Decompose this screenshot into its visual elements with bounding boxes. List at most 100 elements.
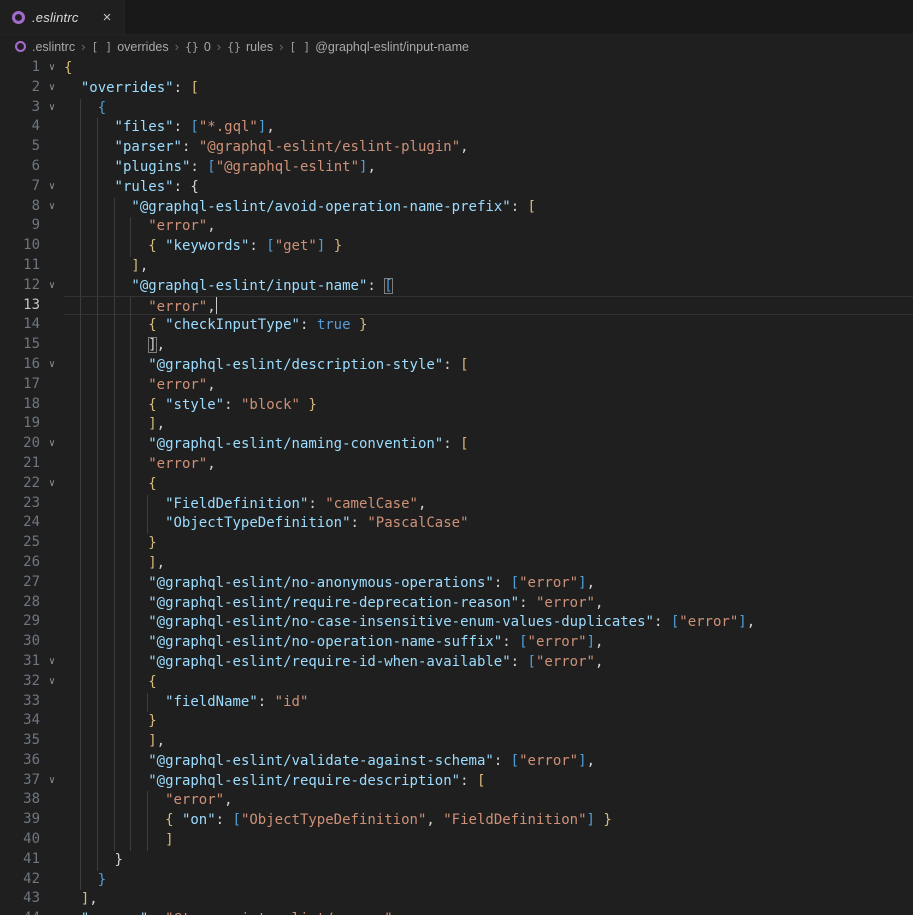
code-line[interactable]: 39 { "on": ["ObjectTypeDefinition", "Fie… xyxy=(0,810,913,830)
code-line[interactable]: 17 "error", xyxy=(0,375,913,395)
token: : xyxy=(258,694,275,710)
breadcrumb-item-rules[interactable]: {}rules xyxy=(227,40,273,54)
fold-chevron-icon[interactable]: ∨ xyxy=(40,771,64,791)
code-line[interactable]: 18 { "style": "block" } xyxy=(0,395,913,415)
code-line[interactable]: 30 "@graphql-eslint/no-operation-name-su… xyxy=(0,632,913,652)
indent-guide xyxy=(131,791,148,811)
indent-guide xyxy=(64,811,81,831)
gutter: 6 xyxy=(0,157,64,177)
code-editor[interactable]: 1∨{2∨ "overrides": [3∨ {4 "files": ["*.g… xyxy=(0,58,913,915)
code-line[interactable]: 29 "@graphql-eslint/no-case-insensitive-… xyxy=(0,612,913,632)
fold-chevron-icon[interactable]: ∨ xyxy=(40,98,64,118)
indent-guide xyxy=(64,138,81,158)
indent-guide xyxy=(81,574,98,594)
indent-guide xyxy=(81,712,98,732)
fold-chevron-icon[interactable]: ∨ xyxy=(40,58,64,78)
code-line[interactable]: 26 ], xyxy=(0,553,913,573)
code-line[interactable]: 13 "error", xyxy=(0,296,913,316)
indent-guide xyxy=(64,831,81,851)
token: : xyxy=(308,496,325,512)
code-line[interactable]: 3∨ { xyxy=(0,98,913,118)
code-line[interactable]: 20∨ "@graphql-eslint/naming-convention":… xyxy=(0,434,913,454)
fold-chevron-icon[interactable]: ∨ xyxy=(40,434,64,454)
code-line[interactable]: 8∨ "@graphql-eslint/avoid-operation-name… xyxy=(0,197,913,217)
code-line[interactable]: 27 "@graphql-eslint/no-anonymous-operati… xyxy=(0,573,913,593)
indent-guide xyxy=(98,811,115,831)
gutter: 18 xyxy=(0,395,64,415)
indent-guide xyxy=(81,356,98,376)
eslint-config-icon xyxy=(12,11,25,24)
breadcrumb-item--eslintrc[interactable]: .eslintrc xyxy=(15,40,75,54)
code-line[interactable]: 5 "parser": "@graphql-eslint/eslint-plug… xyxy=(0,137,913,157)
code-line[interactable]: 44 "parser": "@typescript-eslint/parser" xyxy=(0,909,913,915)
breadcrumb-item--graphql-eslint-input-name[interactable]: [ ]@graphql-eslint/input-name xyxy=(289,40,469,54)
code-line[interactable]: 33 "fieldName": "id" xyxy=(0,692,913,712)
code-line[interactable]: 34 } xyxy=(0,711,913,731)
code-line[interactable]: 40 ] xyxy=(0,830,913,850)
indent-guide xyxy=(98,653,115,673)
indent-guide xyxy=(115,475,132,495)
code-text: ], xyxy=(64,889,913,909)
code-line[interactable]: 12∨ "@graphql-eslint/input-name": [ xyxy=(0,276,913,296)
token: : xyxy=(174,119,191,135)
indent-guide xyxy=(98,712,115,732)
code-text: { "keywords": ["get"] } xyxy=(64,236,913,256)
fold-chevron-icon[interactable]: ∨ xyxy=(40,197,64,217)
code-line[interactable]: 23 "FieldDefinition": "camelCase", xyxy=(0,494,913,514)
code-line[interactable]: 11 ], xyxy=(0,256,913,276)
gutter: 22∨ xyxy=(0,474,64,494)
code-text: { "checkInputType": true } xyxy=(64,315,913,335)
code-line[interactable]: 21 "error", xyxy=(0,454,913,474)
code-line[interactable]: 2∨ "overrides": [ xyxy=(0,78,913,98)
tab-eslintrc[interactable]: .eslintrc × xyxy=(0,0,125,34)
code-line[interactable]: 4 "files": ["*.gql"], xyxy=(0,117,913,137)
line-number: 29 xyxy=(0,612,40,632)
indent-guide xyxy=(64,514,81,534)
code-line[interactable]: 19 ], xyxy=(0,414,913,434)
gutter: 11 xyxy=(0,256,64,276)
fold-chevron-icon[interactable]: ∨ xyxy=(40,652,64,672)
indent-guide xyxy=(98,237,115,257)
code-line[interactable]: 16∨ "@graphql-eslint/description-style":… xyxy=(0,355,913,375)
token: , xyxy=(595,654,603,670)
indent-guide xyxy=(64,475,81,495)
code-line[interactable]: 41 } xyxy=(0,850,913,870)
line-number: 26 xyxy=(0,553,40,573)
code-line[interactable]: 32∨ { xyxy=(0,672,913,692)
fold-chevron-icon[interactable]: ∨ xyxy=(40,78,64,98)
code-line[interactable]: 42 } xyxy=(0,870,913,890)
tab-title: .eslintrc xyxy=(32,10,79,25)
gutter: 1∨ xyxy=(0,58,64,78)
code-line[interactable]: 37∨ "@graphql-eslint/require-description… xyxy=(0,771,913,791)
code-line[interactable]: 15 ], xyxy=(0,335,913,355)
fold-chevron-icon[interactable]: ∨ xyxy=(40,177,64,197)
breadcrumb-item-0[interactable]: {}0 xyxy=(185,40,211,54)
code-line[interactable]: 22∨ { xyxy=(0,474,913,494)
code-line[interactable]: 28 "@graphql-eslint/require-deprecation-… xyxy=(0,593,913,613)
code-line[interactable]: 31∨ "@graphql-eslint/require-id-when-ava… xyxy=(0,652,913,672)
code-line[interactable]: 43 ], xyxy=(0,889,913,909)
fold-chevron-icon[interactable]: ∨ xyxy=(40,672,64,692)
code-line[interactable]: 25 } xyxy=(0,533,913,553)
token: { xyxy=(148,476,156,492)
code-line[interactable]: 35 ], xyxy=(0,731,913,751)
token: [ xyxy=(190,119,198,135)
breadcrumb-item-overrides[interactable]: [ ]overrides xyxy=(91,40,168,54)
code-line[interactable]: 1∨{ xyxy=(0,58,913,78)
code-line[interactable]: 24 "ObjectTypeDefinition": "PascalCase" xyxy=(0,513,913,533)
code-line[interactable]: 9 "error", xyxy=(0,216,913,236)
indent-guide xyxy=(81,594,98,614)
code-line[interactable]: 10 { "keywords": ["get"] } xyxy=(0,236,913,256)
fold-chevron-icon[interactable]: ∨ xyxy=(40,474,64,494)
indent-guide xyxy=(98,435,115,455)
fold-chevron-icon[interactable]: ∨ xyxy=(40,276,64,296)
code-line[interactable]: 14 { "checkInputType": true } xyxy=(0,315,913,335)
fold-spacer xyxy=(40,375,64,395)
code-line[interactable]: 6 "plugins": ["@graphql-eslint"], xyxy=(0,157,913,177)
indent-guide xyxy=(98,217,115,237)
close-icon[interactable]: × xyxy=(100,9,115,26)
code-line[interactable]: 36 "@graphql-eslint/validate-against-sch… xyxy=(0,751,913,771)
code-line[interactable]: 38 "error", xyxy=(0,790,913,810)
code-line[interactable]: 7∨ "rules": { xyxy=(0,177,913,197)
fold-chevron-icon[interactable]: ∨ xyxy=(40,355,64,375)
